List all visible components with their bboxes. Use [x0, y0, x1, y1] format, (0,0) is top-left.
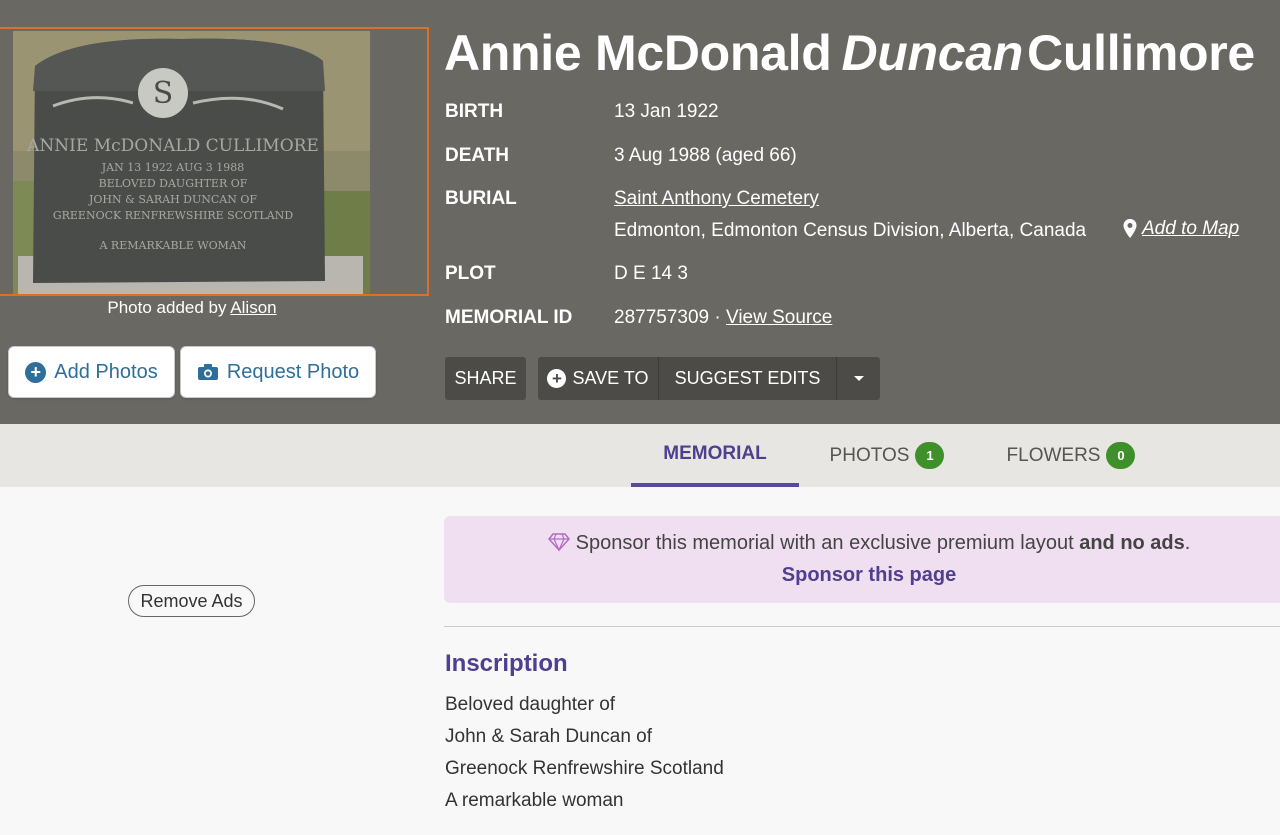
request-photo-button[interactable]: Request Photo: [180, 346, 376, 398]
photos-count-badge: 1: [915, 442, 945, 469]
svg-text:BELOVED DAUGHTER OF: BELOVED DAUGHTER OF: [99, 177, 248, 190]
more-actions-dropdown[interactable]: [837, 357, 880, 400]
headstone-photo-frame[interactable]: S ANNIE McDONALD CULLIMORE JAN 13 1922 A…: [0, 27, 429, 296]
plot-value: D E 14 3: [614, 263, 688, 284]
photo-caption: Photo added by Alison: [107, 298, 277, 317]
birth-date: 13 Jan 1922: [614, 101, 719, 122]
diamond-icon: [547, 533, 570, 552]
tab-memorial[interactable]: MEMORIAL: [631, 424, 799, 487]
map-pin-icon: [1123, 219, 1137, 238]
svg-text:S: S: [153, 76, 174, 111]
flowers-count-badge: 0: [1106, 442, 1136, 469]
share-button[interactable]: SHARE: [445, 357, 526, 400]
plus-circle-icon: +: [547, 369, 567, 388]
svg-text:JOHN & SARAH DUNCAN OF: JOHN & SARAH DUNCAN OF: [88, 193, 257, 206]
svg-text:JAN 13 1922 AUG 3 1988: JAN 13 1922 AUG 3 1988: [101, 161, 244, 174]
death-date: 3 Aug 1988 (aged 66): [614, 145, 797, 166]
stone-name: ANNIE McDONALD CULLIMORE: [26, 136, 319, 156]
inscription-line: A remarkable woman: [445, 790, 624, 811]
add-to-map-link[interactable]: Add to Map: [1122, 218, 1239, 240]
save-to-button[interactable]: + SAVE TO: [538, 357, 659, 400]
headstone-photo[interactable]: S ANNIE McDONALD CULLIMORE JAN 13 1922 A…: [13, 31, 370, 294]
inscription-heading: Inscription: [445, 650, 568, 677]
plus-circle-icon: +: [25, 361, 47, 383]
photo-contributor-link[interactable]: Alison: [230, 298, 276, 317]
maiden-name: Duncan: [841, 25, 1024, 81]
inscription-line: John & Sarah Duncan of: [445, 726, 653, 747]
death-label: DEATH: [445, 145, 510, 166]
camera-icon: [197, 364, 218, 380]
memorial-header: S ANNIE McDONALD CULLIMORE JAN 13 1922 A…: [0, 0, 1280, 424]
tab-flowers[interactable]: FLOWERS 0: [995, 424, 1147, 487]
sponsor-this-page-link[interactable]: Sponsor this page: [444, 564, 1280, 587]
section-divider: [444, 626, 1280, 627]
add-photos-button[interactable]: + Add Photos: [8, 346, 175, 398]
svg-text:GREENOCK RENFREWSHIRE SCOTLAND: GREENOCK RENFREWSHIRE SCOTLAND: [53, 209, 294, 222]
cemetery-link[interactable]: Saint Anthony Cemetery: [614, 188, 819, 209]
headstone-image: S ANNIE McDONALD CULLIMORE JAN 13 1922 A…: [13, 31, 370, 294]
caret-down-icon: [853, 375, 864, 381]
inscription-line: Beloved daughter of: [445, 694, 616, 715]
view-source-link[interactable]: View Source: [726, 307, 832, 328]
tab-photos[interactable]: PHOTOS 1: [812, 424, 962, 487]
sponsor-message: Sponsor this memorial with an exclusive …: [444, 532, 1280, 555]
svg-text:A REMARKABLE WOMAN: A REMARKABLE WOMAN: [98, 239, 246, 252]
action-button-group: + SAVE TO SUGGEST EDITS: [538, 357, 880, 400]
plot-label: PLOT: [445, 263, 496, 284]
suggest-edits-button[interactable]: SUGGEST EDITS: [659, 357, 837, 400]
memorial-name: Annie McDonald DuncanCullimore: [444, 25, 1255, 81]
remove-ads-button[interactable]: Remove Ads: [128, 585, 255, 617]
memorial-id-value: 287757309 · View Source: [614, 307, 833, 328]
cemetery-name: Saint Anthony Cemetery: [614, 188, 819, 210]
memorial-id-label: MEMORIAL ID: [445, 307, 573, 328]
inscription-line: Greenock Renfrewshire Scotland: [445, 758, 724, 779]
cemetery-location: Edmonton, Edmonton Census Division, Albe…: [614, 220, 1087, 241]
sponsor-banner: Sponsor this memorial with an exclusive …: [444, 516, 1280, 603]
burial-label: BURIAL: [445, 188, 517, 209]
birth-label: BIRTH: [445, 101, 504, 122]
memorial-tabs: MEMORIAL PHOTOS 1 FLOWERS 0: [0, 424, 1280, 487]
